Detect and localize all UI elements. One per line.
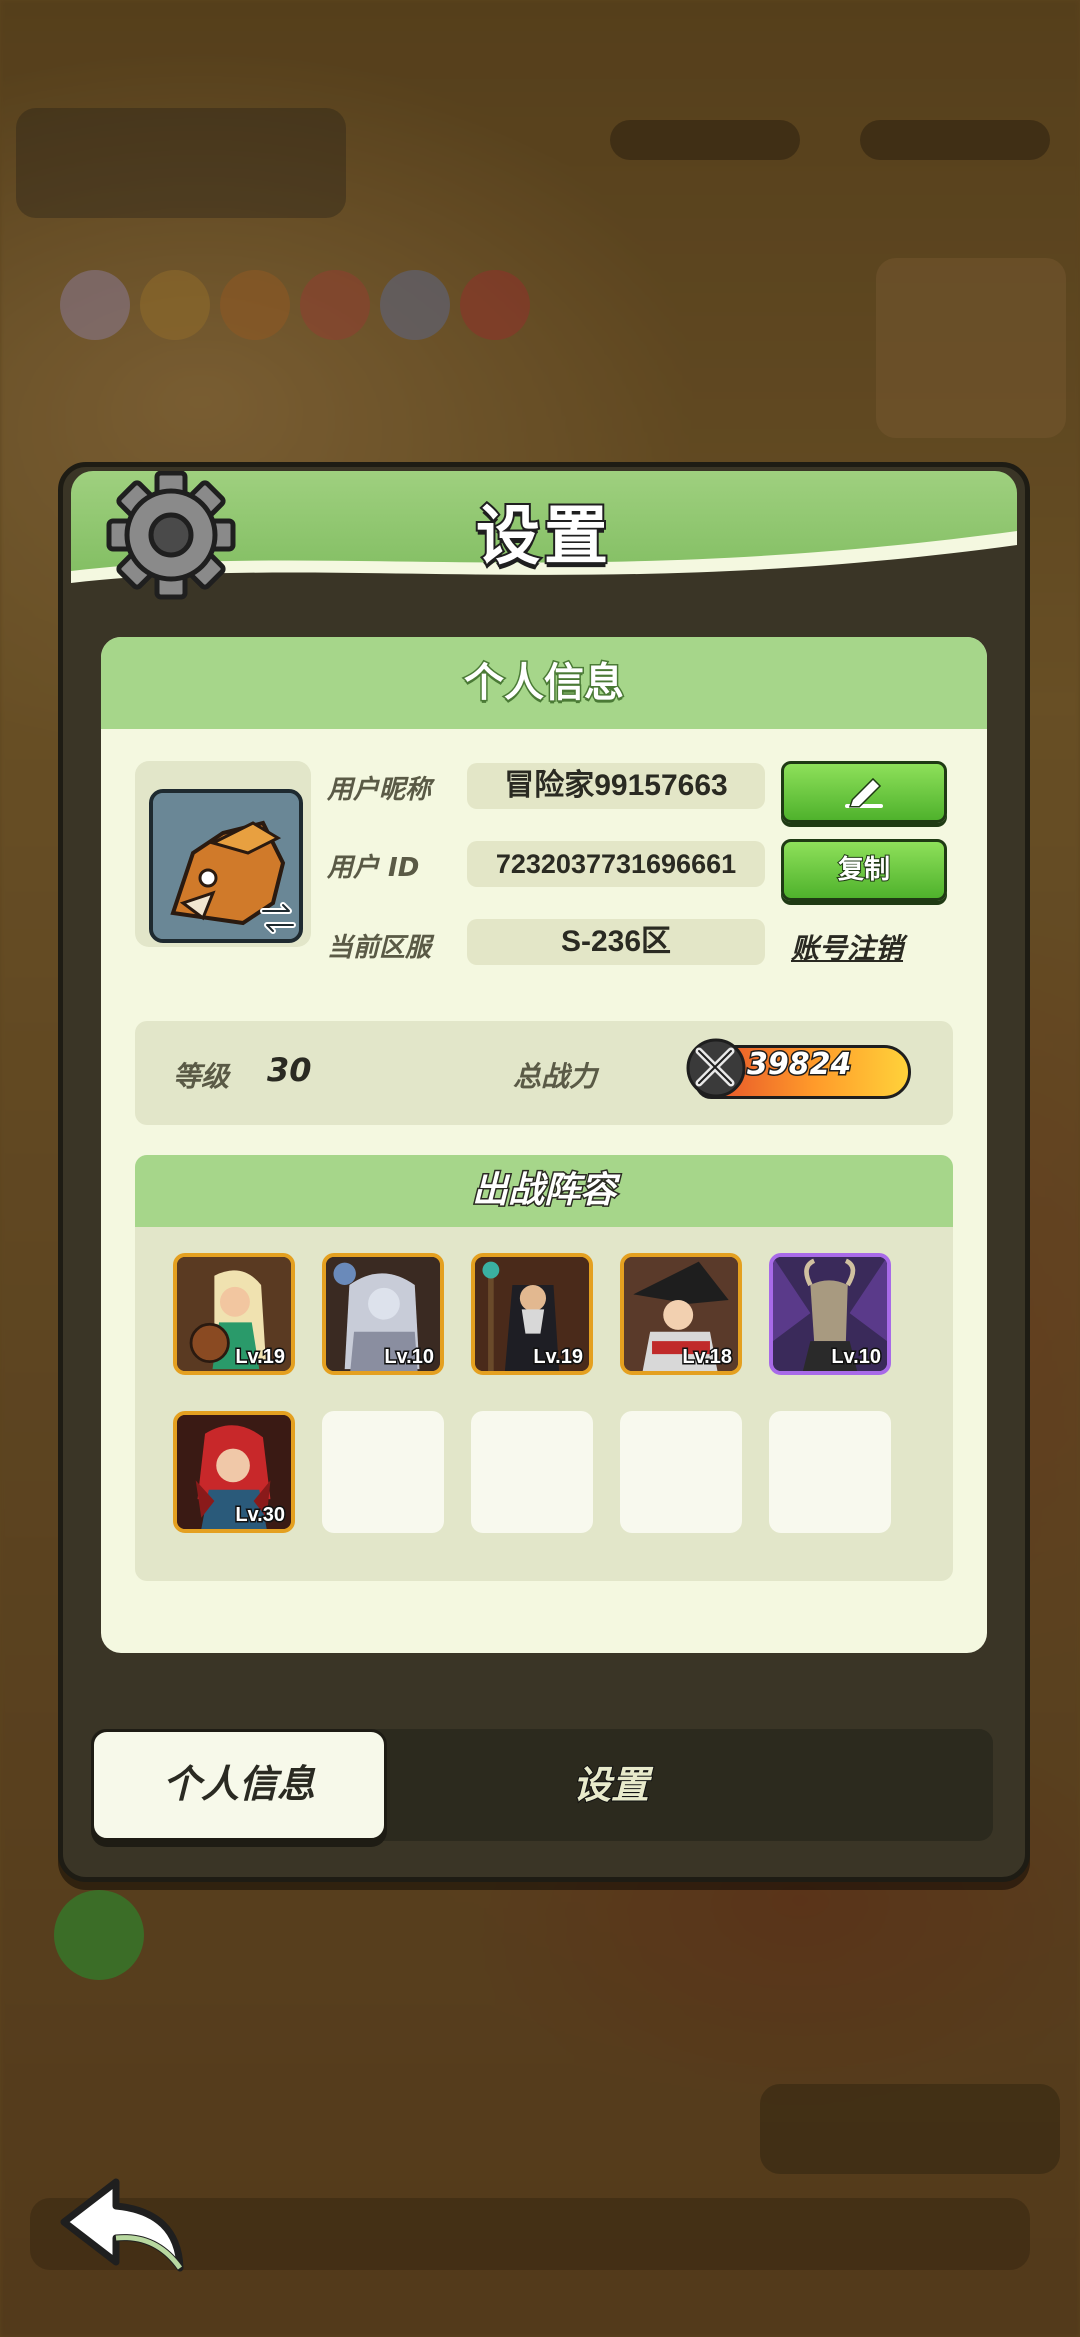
server-label: 当前区服	[327, 933, 432, 963]
lineup-title: 出战阵容	[135, 1155, 953, 1227]
user-id-value: 7232037731696661	[467, 841, 765, 887]
hero-level: Lv.10	[830, 1345, 883, 1370]
level-value: 30	[267, 1051, 312, 1089]
server-value: S-236区	[467, 919, 765, 965]
stats-bar: 等级 30 总战力 39824	[135, 1021, 953, 1125]
hero-level: Lv.18	[681, 1345, 734, 1370]
dialog-tab-bar: 个人信息 设置	[91, 1729, 993, 1841]
hero-slot[interactable]: Lv.19	[471, 1253, 593, 1375]
dialog-title: 设置	[474, 498, 612, 576]
hero-level: Lv.19	[532, 1345, 585, 1370]
deregister-account-link[interactable]: 账号注销	[791, 927, 903, 967]
empty-hero-slot[interactable]	[620, 1411, 742, 1533]
hero-slot[interactable]: Lv.10	[322, 1253, 444, 1375]
hero-slot[interactable]: Lv.10	[769, 1253, 891, 1375]
battle-lineup: 出战阵容 Lv.19 Lv.10 Lv.19 Lv.18 Lv.10 Lv.30	[135, 1155, 953, 1581]
avatar-container	[135, 761, 311, 947]
hero-slot[interactable]: Lv.18	[620, 1253, 742, 1375]
crossed-swords-icon	[686, 1038, 746, 1098]
panel-title: 个人信息	[101, 637, 987, 729]
tab-settings[interactable]: 设置	[511, 1729, 711, 1841]
power-label: 总战力	[513, 1060, 598, 1093]
edit-pencil-icon	[845, 777, 883, 808]
avatar[interactable]	[149, 789, 303, 943]
settings-dialog: 设置 个人信息 用户昵称 冒险家99157663 用户 ID 723203773…	[58, 462, 1030, 1882]
hero-slot[interactable]: Lv.30	[173, 1411, 295, 1533]
nickname-label: 用户昵称	[327, 775, 432, 805]
swap-icon[interactable]	[255, 895, 301, 941]
hero-level: Lv.10	[383, 1345, 436, 1370]
hero-level: Lv.30	[234, 1503, 287, 1528]
empty-hero-slot[interactable]	[322, 1411, 444, 1533]
tab-personal-info[interactable]: 个人信息	[91, 1729, 387, 1841]
empty-hero-slot[interactable]	[769, 1411, 891, 1533]
copy-id-button[interactable]: 复制	[781, 839, 947, 901]
personal-info-panel: 个人信息 用户昵称 冒险家99157663 用户 ID 723203773169…	[101, 637, 987, 1653]
back-arrow-icon[interactable]	[56, 2172, 196, 2282]
empty-hero-slot[interactable]	[471, 1411, 593, 1533]
level-label: 等级	[173, 1060, 230, 1093]
hero-level: Lv.19	[234, 1345, 287, 1370]
dialog-header: 设置	[71, 471, 1017, 601]
hero-slot[interactable]: Lv.19	[173, 1253, 295, 1375]
edit-nickname-button[interactable]	[781, 761, 947, 823]
power-value: 39824	[745, 1046, 852, 1084]
nickname-value: 冒险家99157663	[467, 763, 765, 809]
user-id-label: 用户 ID	[327, 853, 420, 883]
